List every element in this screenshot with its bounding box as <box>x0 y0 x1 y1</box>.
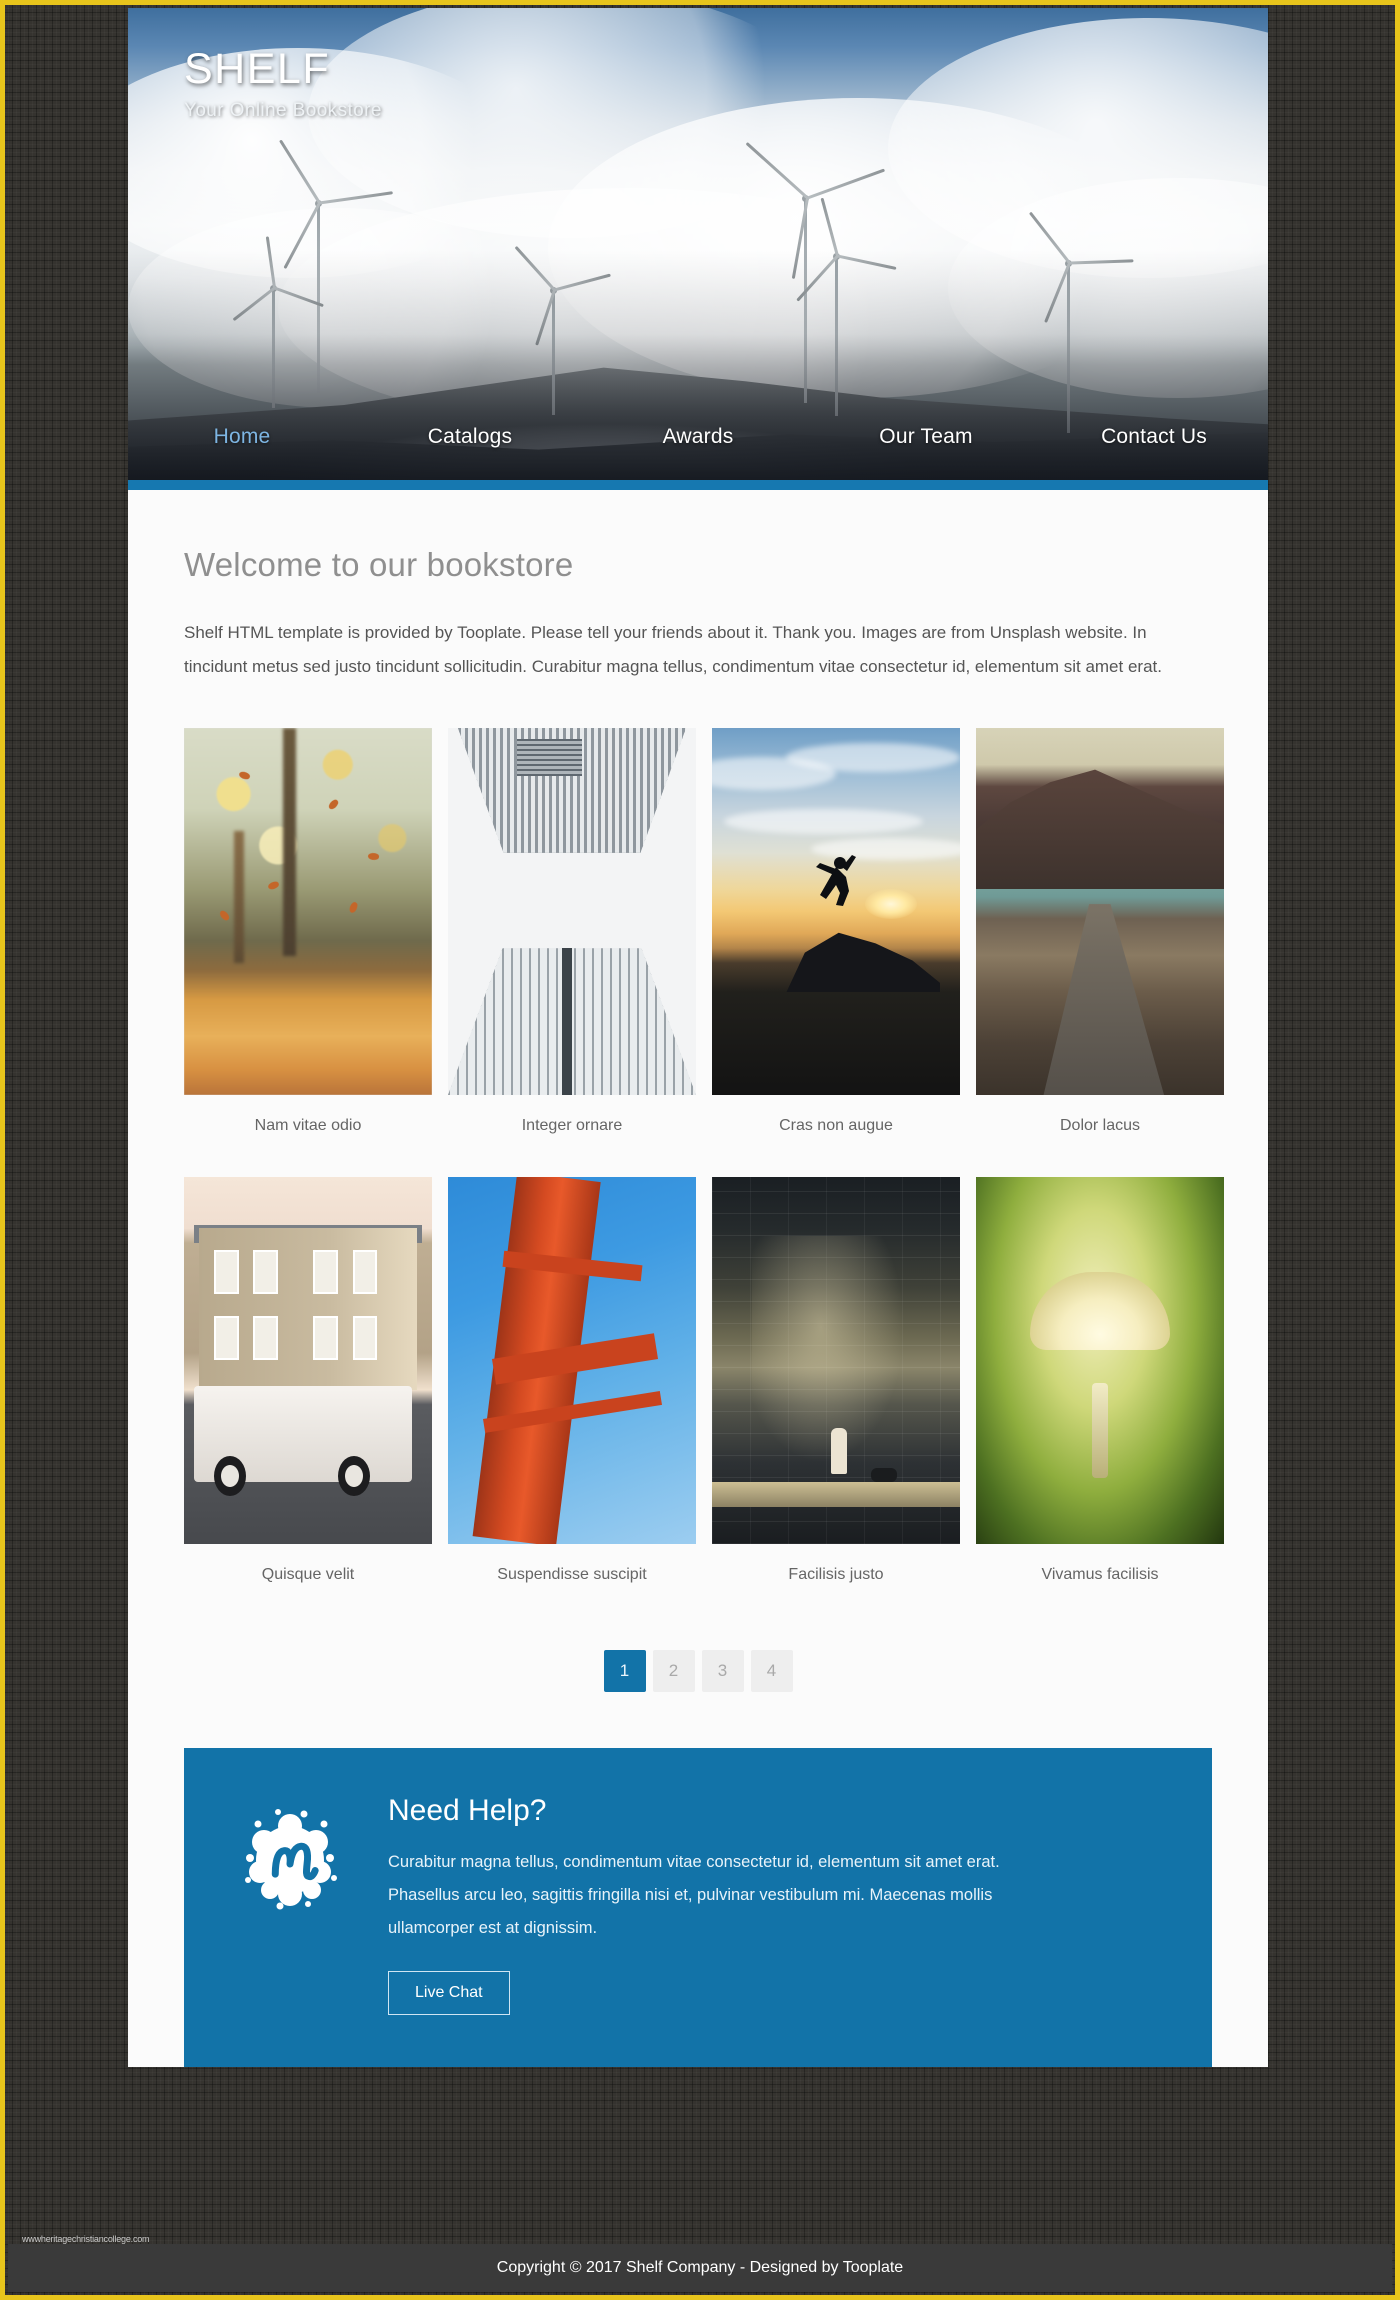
brand-name: SHELF <box>184 45 331 93</box>
jumping-silhouette-image <box>712 728 960 1095</box>
nav-item-catalogs[interactable]: Catalogs <box>356 425 584 449</box>
cloud-shape <box>308 8 828 238</box>
gallery-item[interactable]: Suspendisse suscipit <box>448 1177 696 1614</box>
intro-paragraph: Shelf HTML template is provided by Toopl… <box>184 623 1162 676</box>
child-with-dog-image <box>712 1177 960 1544</box>
need-help-body: Need Help? Curabitur magna tellus, condi… <box>388 1792 1028 2015</box>
gallery-row: Quisque velit Suspendisse suscipit Facil… <box>184 1177 1224 1614</box>
nav-item-contact-us[interactable]: Contact Us <box>1040 425 1268 449</box>
gallery-thumbnail-skyscrapers[interactable] <box>448 728 696 1095</box>
pagination-page-4[interactable]: 4 <box>750 1650 793 1692</box>
main-navigation: Home Catalogs Awards Our Team Contact Us <box>128 406 1268 468</box>
skyscrapers-image <box>448 728 696 1095</box>
gallery-item[interactable]: Dolor lacus <box>976 728 1224 1165</box>
person-silhouette-icon <box>816 855 857 907</box>
gallery-thumbnail-autumn-forest[interactable] <box>184 728 432 1095</box>
main-content: Welcome to our bookstore Shelf HTML temp… <box>128 490 1268 2067</box>
mushroom-image <box>976 1177 1224 1544</box>
gallery-caption: Suspendisse suscipit <box>497 1566 647 1583</box>
gallery-item[interactable]: Quisque velit <box>184 1177 432 1614</box>
gallery-caption: Cras non augue <box>779 1117 893 1134</box>
gallery-thumbnail-land-rover[interactable] <box>184 1177 432 1544</box>
hero-header: SHELF Your Online Bookstore Home Catalog… <box>128 8 1268 490</box>
nav-item-our-team[interactable]: Our Team <box>812 425 1040 449</box>
gallery-thumbnail-mushroom[interactable] <box>976 1177 1224 1544</box>
gallery-caption: Nam vitae odio <box>254 1117 362 1134</box>
need-help-text: Curabitur magna tellus, condimentum vita… <box>388 1853 1000 1937</box>
gallery-item[interactable]: Cras non augue <box>712 728 960 1165</box>
gallery-caption: Integer ornare <box>521 1117 623 1134</box>
pagination-page-1[interactable]: 1 <box>603 1650 646 1692</box>
live-chat-button[interactable]: Live Chat <box>388 1971 510 2015</box>
cloud-shape <box>888 18 1268 278</box>
nav-accent-bar <box>128 480 1268 490</box>
pagination-page-3[interactable]: 3 <box>701 1650 744 1692</box>
gallery-row: Nam vitae odio Integer ornare Cras non a… <box>184 728 1224 1165</box>
nav-item-awards[interactable]: Awards <box>584 425 812 449</box>
mountain-road-image <box>976 728 1224 1095</box>
need-help-panel: Need Help? Curabitur magna tellus, condi… <box>184 1748 1212 2067</box>
red-bridge-image <box>448 1177 696 1544</box>
gallery-item[interactable]: Integer ornare <box>448 728 696 1165</box>
gallery-item[interactable]: Facilisis justo <box>712 1177 960 1614</box>
pagination-page-2[interactable]: 2 <box>652 1650 695 1692</box>
gallery-thumbnail-jumper[interactable] <box>712 728 960 1095</box>
site-wrapper: SHELF Your Online Bookstore Home Catalog… <box>128 8 1268 2131</box>
gallery-thumbnail-child-with-dog[interactable] <box>712 1177 960 1544</box>
page-title: Welcome to our bookstore <box>184 546 574 583</box>
copyright-text: Copyright © 2017 Shelf Company - Designe… <box>496 2259 904 2276</box>
site-footer: Copyright © 2017 Shelf Company - Designe… <box>8 2244 1392 2292</box>
gallery-caption: Dolor lacus <box>1059 1117 1141 1134</box>
pagination: 1 2 3 4 <box>184 1650 1212 1692</box>
gallery-caption: Vivamus facilisis <box>1041 1566 1159 1583</box>
gallery-caption: Facilisis justo <box>788 1566 884 1583</box>
brand-tagline: Your Online Bookstore <box>184 100 382 122</box>
gallery-thumbnail-mountain-road[interactable] <box>976 728 1224 1095</box>
site-brand: SHELF Your Online Bookstore <box>184 45 382 122</box>
gallery-item[interactable]: Nam vitae odio <box>184 728 432 1165</box>
need-help-heading: Need Help? <box>388 1794 547 1827</box>
source-watermark: wwwheritagechristiancollege.com <box>22 2234 150 2244</box>
nav-item-home[interactable]: Home <box>128 425 356 449</box>
gallery-item[interactable]: Vivamus facilisis <box>976 1177 1224 1614</box>
land-rover-image <box>184 1177 432 1544</box>
meetup-logo-icon <box>234 1802 346 1914</box>
gallery-thumbnail-red-bridge[interactable] <box>448 1177 696 1544</box>
gallery-caption: Quisque velit <box>261 1566 355 1583</box>
